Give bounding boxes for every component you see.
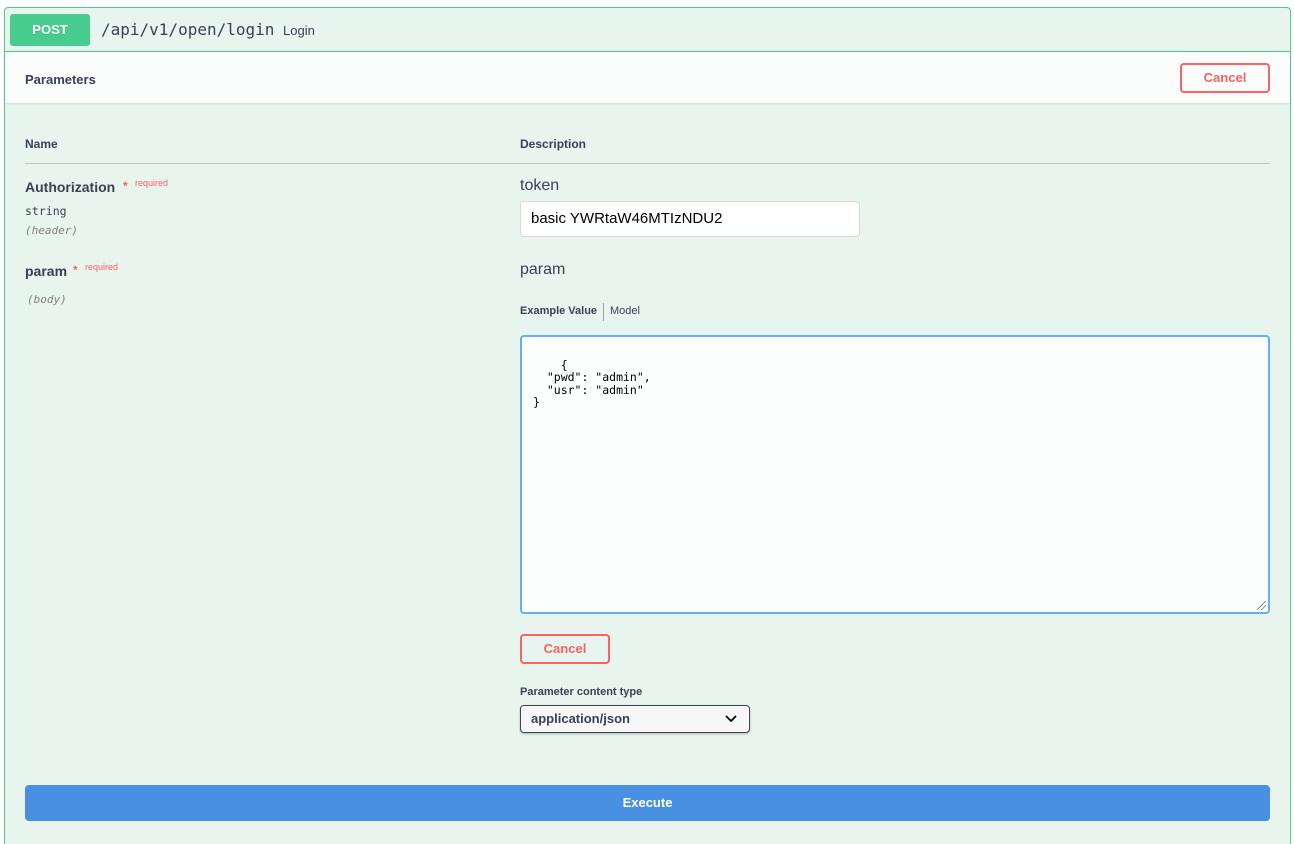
- content-type-label: Parameter content type: [520, 686, 643, 698]
- execute-button[interactable]: Execute: [25, 785, 1270, 821]
- param-location: (body): [27, 293, 67, 306]
- content-type-selected: application/json: [531, 711, 630, 726]
- param-name-body: param: [25, 263, 68, 279]
- name-column-header: Name: [25, 137, 58, 151]
- param-description-authorization: token: [520, 177, 560, 194]
- tab-model[interactable]: Model: [610, 305, 640, 317]
- param-description-body: param: [520, 261, 566, 278]
- required-star: *: [123, 179, 128, 193]
- authorization-input[interactable]: basic YWRtaW46MTIzNDU2: [520, 201, 860, 237]
- operation-block-post-login: POST /api/v1/open/login Login Parameters…: [4, 7, 1291, 844]
- resize-grip-icon[interactable]: [1257, 601, 1266, 610]
- parameters-section-header: Parameters Cancel: [5, 52, 1290, 103]
- operation-summary[interactable]: POST /api/v1/open/login Login: [5, 8, 1290, 52]
- tab-example-value[interactable]: Example Value: [520, 305, 597, 317]
- required-label: required: [85, 262, 119, 272]
- request-body-editor[interactable]: { "pwd": "admin", "usr": "admin" }: [520, 335, 1270, 614]
- description-column-header: Description: [520, 137, 587, 151]
- operation-path: /api/v1/open/login: [101, 20, 275, 39]
- method-badge: POST: [10, 14, 90, 46]
- parameters-title: Parameters: [25, 72, 96, 87]
- param-type: string: [25, 204, 67, 218]
- chevron-down-icon: [725, 715, 737, 722]
- header-divider: [25, 163, 1270, 164]
- try-out-cancel-button[interactable]: Cancel: [1180, 63, 1270, 93]
- param-name-authorization: Authorization: [25, 179, 116, 195]
- required-label: required: [135, 178, 169, 188]
- param-location: (header): [25, 224, 78, 237]
- content-type-select[interactable]: application/json: [520, 705, 750, 733]
- body-cancel-button[interactable]: Cancel: [520, 634, 610, 664]
- tab-divider: [603, 303, 604, 321]
- request-body-text: { "pwd": "admin", "usr": "admin" }: [533, 357, 651, 409]
- required-star: *: [73, 263, 78, 277]
- operation-summary-text: Login: [283, 23, 315, 38]
